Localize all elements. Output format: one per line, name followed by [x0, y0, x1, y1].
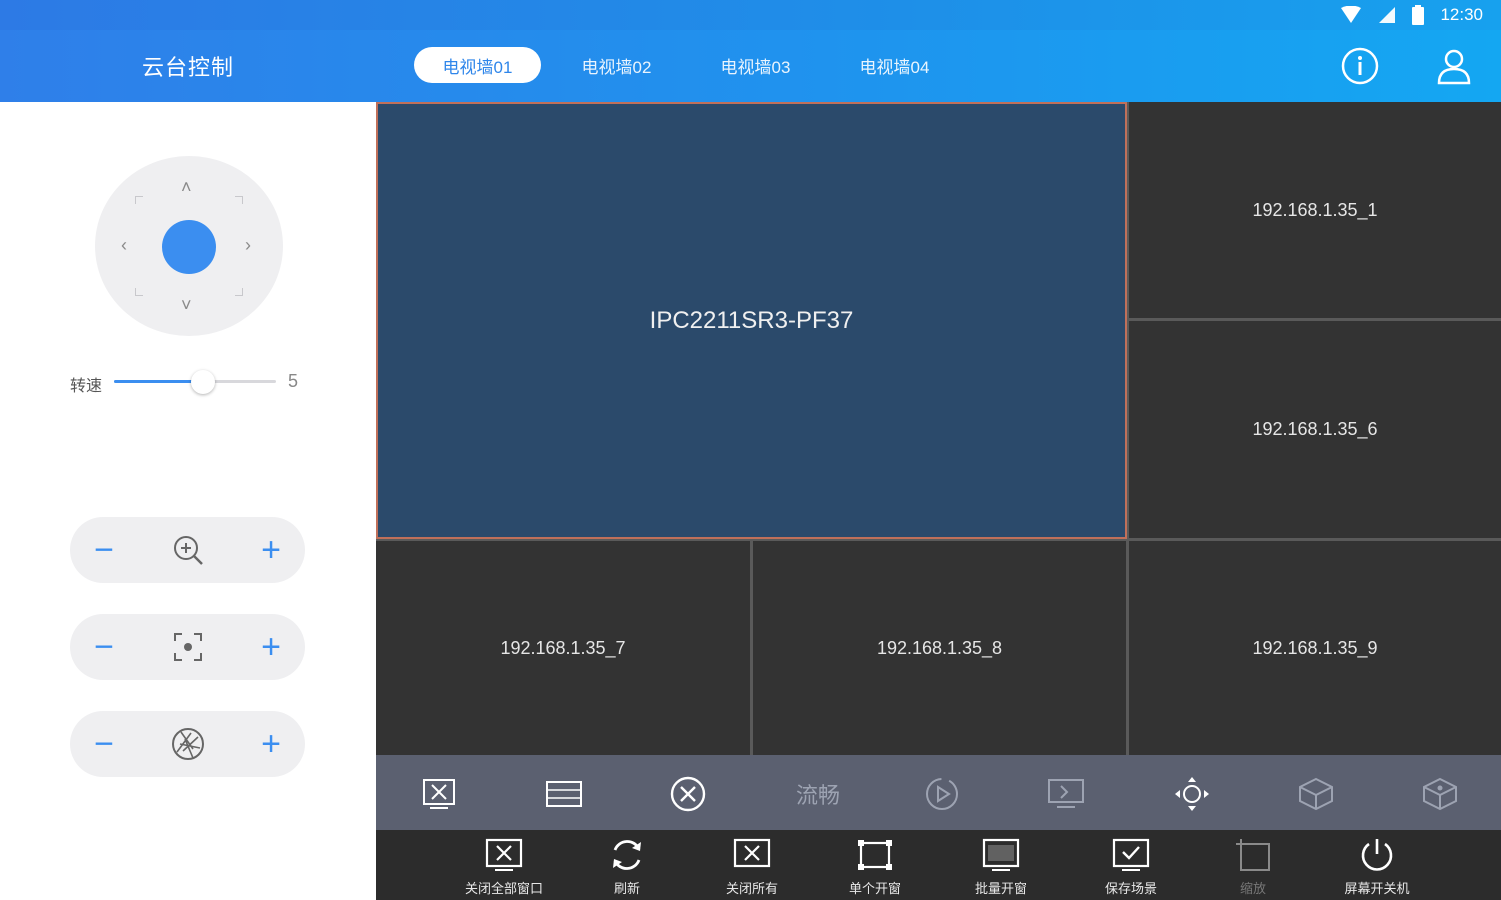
button-label: 关闭所有 [725, 881, 778, 896]
wifi-icon [1341, 6, 1362, 23]
button-label: 单个开窗 [848, 881, 901, 896]
close-all-icon [732, 836, 772, 874]
zoom-in-button[interactable]: + [251, 530, 291, 570]
save-scene-icon [1111, 836, 1151, 874]
joystick-corner [135, 288, 143, 296]
tab-tv-wall-03[interactable]: 电视墙03 [692, 47, 819, 83]
single-window-button[interactable]: 单个开窗 [820, 836, 930, 898]
button-label: 缩放 [1239, 881, 1266, 896]
button-label: 刷新 [613, 881, 640, 896]
stream-quality-button[interactable]: 流畅 [788, 774, 848, 814]
video-window[interactable]: 192.168.1.35_1 [1129, 102, 1501, 318]
button-label: 屏幕开关机 [1344, 881, 1410, 896]
wall-action-toolbar: 关闭全部窗口 刷新 关闭所有 单个开窗 批量开窗 保存场景 缩放 屏幕开关机 [376, 830, 1501, 900]
speed-slider[interactable] [114, 370, 276, 394]
speed-value: 5 [288, 371, 299, 391]
monitor-icon[interactable] [1046, 774, 1086, 814]
status-time: 12:30 [1440, 5, 1483, 24]
video-wall: IPC2211SR3-PF37 192.168.1.35_1 192.168.1… [376, 102, 1501, 755]
info-icon[interactable] [1340, 46, 1380, 86]
focus-icon [168, 627, 208, 667]
close-all-windows-icon [484, 836, 524, 874]
single-window-icon [855, 836, 895, 874]
video-window[interactable]: 192.168.1.35_8 [753, 541, 1126, 755]
tab-tv-wall-01[interactable]: 电视墙01 [414, 47, 541, 83]
playback-icon[interactable] [922, 774, 962, 814]
focus-plus-button[interactable]: + [251, 627, 291, 667]
batch-window-button[interactable]: 批量开窗 [946, 836, 1056, 898]
joystick-corner [235, 288, 243, 296]
ptz-panel: ˄ ˅ ‹ › 转速 5 − + − + − + [0, 102, 376, 900]
window-toolbar: 流畅 [376, 755, 1501, 830]
signal-icon [1379, 7, 1396, 23]
joystick-corner [135, 196, 143, 204]
ptz-up-arrow-icon[interactable]: ˄ [181, 178, 192, 196]
video-window[interactable]: 192.168.1.35_7 [376, 541, 750, 755]
ptz-left-arrow-icon[interactable]: ‹ [121, 236, 127, 254]
refresh-icon [607, 836, 647, 874]
power-icon [1357, 836, 1397, 874]
video-window[interactable]: 192.168.1.35_9 [1129, 541, 1501, 755]
battery-icon [1412, 5, 1425, 25]
speed-slider-fill [114, 380, 204, 383]
ptz-joystick[interactable]: ˄ ˅ ‹ › [95, 156, 283, 336]
zoom-in-icon [168, 530, 208, 570]
iris-plus-button[interactable]: + [251, 724, 291, 764]
ptz-right-arrow-icon[interactable]: › [245, 236, 251, 254]
zoom-out-button[interactable]: − [84, 530, 124, 570]
layout-icon[interactable] [544, 774, 584, 814]
tab-tv-wall-04[interactable]: 电视墙04 [831, 47, 958, 83]
focus-minus-button[interactable]: − [84, 627, 124, 667]
screen-power-button[interactable]: 屏幕开关机 [1322, 836, 1432, 898]
iris-control: − + [70, 711, 305, 777]
refresh-button[interactable]: 刷新 [572, 836, 682, 898]
resize-button[interactable]: 缩放 [1198, 836, 1308, 898]
user-icon[interactable] [1434, 46, 1474, 86]
zoom-control: − + [70, 517, 305, 583]
speed-label: 转速 [70, 378, 103, 395]
close-all-windows-button[interactable]: 关闭全部窗口 [449, 836, 559, 898]
ptz-down-arrow-icon[interactable]: ˅ [181, 296, 192, 314]
button-label: 批量开窗 [974, 881, 1027, 896]
cube-icon[interactable] [1296, 774, 1336, 814]
iris-minus-button[interactable]: − [84, 724, 124, 764]
joystick-corner [235, 196, 243, 204]
aperture-icon [168, 724, 208, 764]
ptz-move-icon[interactable] [1172, 774, 1212, 814]
video-window[interactable]: 192.168.1.35_6 [1129, 321, 1501, 538]
page-title: 云台控制 [141, 55, 234, 80]
resize-icon [1233, 836, 1273, 874]
button-label: 关闭全部窗口 [464, 881, 543, 896]
batch-window-icon [981, 836, 1021, 874]
close-circle-icon[interactable] [668, 774, 708, 814]
video-window-main[interactable]: IPC2211SR3-PF37 [376, 102, 1127, 539]
video-wall-tabs: 电视墙01 电视墙02 电视墙03 电视墙04 [414, 47, 958, 83]
close-window-icon[interactable] [419, 774, 459, 814]
save-scene-button[interactable]: 保存场景 [1076, 836, 1186, 898]
app-header: 云台控制 电视墙01 电视墙02 电视墙03 电视墙04 [0, 30, 1501, 102]
button-label: 保存场景 [1104, 881, 1157, 896]
speed-slider-thumb[interactable] [191, 370, 216, 394]
cube-alt-icon[interactable] [1420, 774, 1460, 814]
speed-control: 转速 5 [70, 370, 310, 395]
tab-tv-wall-02[interactable]: 电视墙02 [553, 47, 680, 83]
close-all-button[interactable]: 关闭所有 [697, 836, 807, 898]
joystick-handle[interactable] [162, 220, 216, 274]
focus-control: − + [70, 614, 305, 680]
status-bar: 12:30 [0, 0, 1501, 30]
